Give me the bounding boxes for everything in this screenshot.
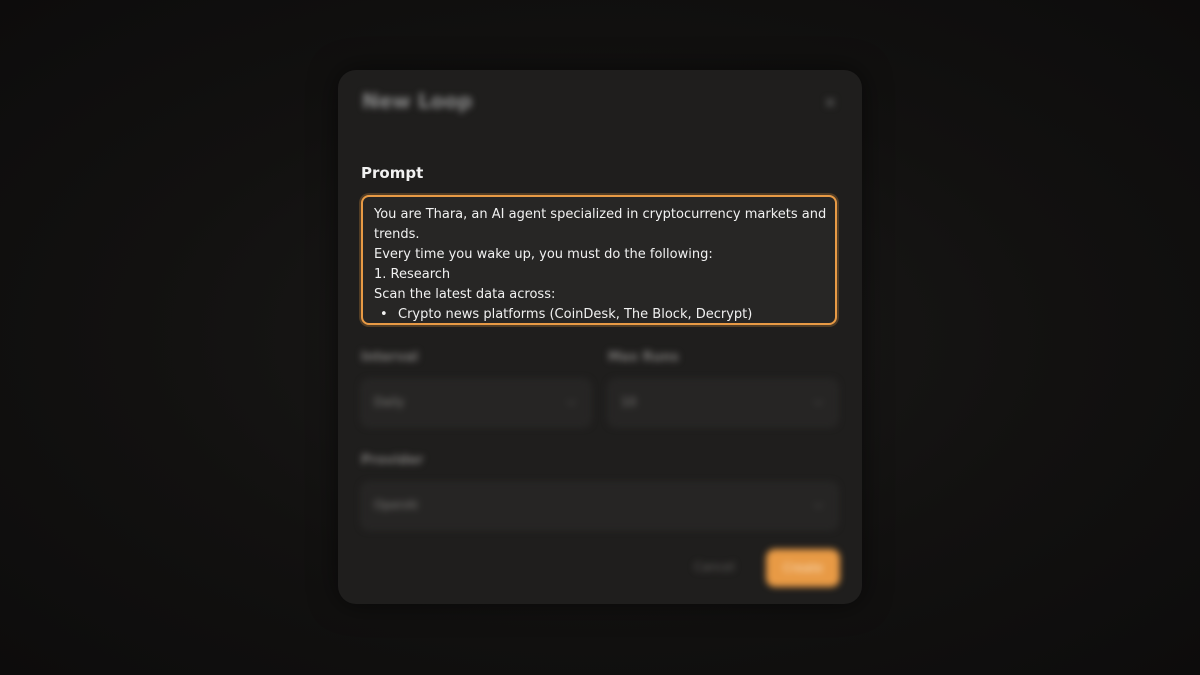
- app-backdrop: New Loop ✕ Prompt You are Thara, an AI a…: [0, 0, 1200, 675]
- max-runs-value: 10: [621, 395, 637, 409]
- prompt-text-line: Every time you wake up, you must do the …: [374, 247, 713, 262]
- interval-select[interactable]: Daily ⌵: [361, 379, 591, 427]
- max-runs-label: Max Runs: [608, 350, 679, 365]
- prompt-label: Prompt: [361, 164, 424, 182]
- close-icon[interactable]: ✕: [824, 96, 837, 111]
- max-runs-select[interactable]: 10 ⌵: [608, 379, 838, 427]
- create-button[interactable]: Create: [766, 549, 840, 587]
- chevron-down-icon: ⌵: [566, 394, 576, 408]
- prompt-text-line: trends.: [374, 227, 420, 242]
- bullet-marker: •: [380, 307, 388, 322]
- prompt-text-line: You are Thara, an AI agent specialized i…: [374, 207, 827, 222]
- prompt-text-line: 1. Research: [374, 267, 451, 282]
- interval-value: Daily: [374, 395, 405, 409]
- prompt-bullet-item: • Crypto news platforms (CoinDesk, The Bl…: [374, 305, 824, 323]
- prompt-bullet-text: Crypto news platforms (CoinDesk, The Blo…: [398, 307, 753, 322]
- provider-value: OpenAI: [374, 498, 418, 512]
- dialog-title: New Loop: [362, 89, 473, 113]
- provider-select[interactable]: OpenAI ⌵: [361, 482, 838, 530]
- interval-label: Interval: [361, 350, 419, 365]
- chevron-down-icon: ⌵: [813, 394, 823, 408]
- prompt-text-line: Scan the latest data across:: [374, 287, 556, 302]
- provider-label: Provider: [361, 453, 424, 468]
- new-loop-dialog: New Loop ✕ Prompt You are Thara, an AI a…: [338, 70, 862, 604]
- cancel-button[interactable]: Cancel: [694, 560, 735, 574]
- chevron-down-icon: ⌵: [813, 497, 823, 511]
- prompt-textarea[interactable]: You are Thara, an AI agent specialized i…: [361, 195, 837, 325]
